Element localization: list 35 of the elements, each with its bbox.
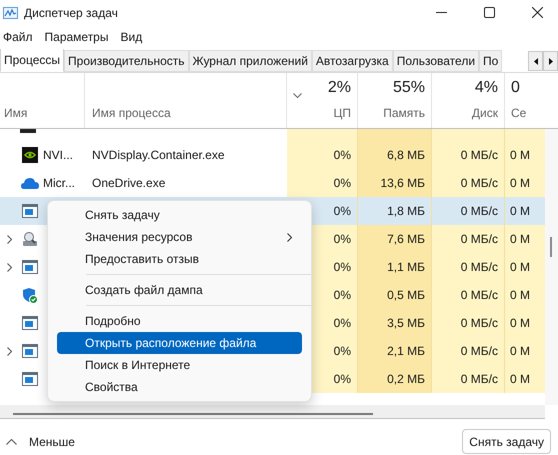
usage-percent: 0 xyxy=(511,78,520,98)
usage-percent: 4% xyxy=(474,78,498,98)
disk-cell: 0 МБ/с xyxy=(432,365,505,393)
network-cell: 0 М xyxy=(505,309,545,337)
disk-cell: 0 МБ/с xyxy=(432,253,505,281)
usage-percent: 2% xyxy=(328,78,351,98)
network-cell: 0 М xyxy=(505,141,545,169)
network-cell: 0 М xyxy=(505,281,545,309)
disk-cell: 0 МБ/с xyxy=(432,225,505,253)
disk-cell: 0 МБ/с xyxy=(432,337,505,365)
disk-cell: 0 МБ/с xyxy=(432,281,505,309)
network-cell: 0 М xyxy=(505,169,545,197)
disk-cell: 0 МБ/с xyxy=(432,141,505,169)
disk-cell: 0 МБ/с xyxy=(432,309,505,337)
network-cell: 0 М xyxy=(505,225,545,253)
process-name-cell: OneDrive.exe xyxy=(92,176,166,190)
disk-cell: 0 МБ/с xyxy=(432,169,505,197)
cpu-cell: 0% xyxy=(287,169,358,197)
memory-cell: 0,2 МБ xyxy=(358,365,432,393)
memory-cell: 3,5 МБ xyxy=(358,309,432,337)
name-cell-text: NVI... xyxy=(43,147,74,164)
process-name-cell: NVDisplay.Container.exe xyxy=(92,148,225,162)
memory-cell: 13,6 МБ xyxy=(358,169,432,197)
network-cell: 0 М xyxy=(505,365,545,393)
memory-cell: 0,5 МБ xyxy=(358,281,432,309)
memory-cell: 7,6 МБ xyxy=(358,225,432,253)
network-cell: 0 М xyxy=(505,253,545,281)
name-cell-text: Micr... xyxy=(43,175,75,192)
network-cell: 0 М xyxy=(505,337,545,365)
memory-cell: 1,1 МБ xyxy=(358,253,432,281)
memory-cell: 6,8 МБ xyxy=(358,141,432,169)
cpu-cell: 0% xyxy=(287,141,358,169)
memory-cell: 2,1 МБ xyxy=(358,337,432,365)
window-title: Диспетчер задач xyxy=(24,4,118,22)
usage-percent: 55% xyxy=(392,78,425,98)
